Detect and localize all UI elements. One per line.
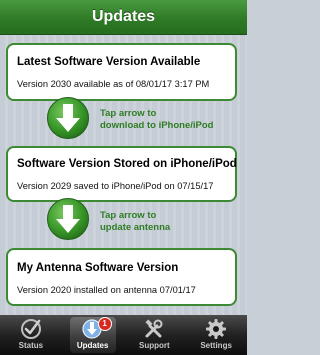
antenna-version-card: My Antenna Software Version Version 2020… bbox=[6, 248, 237, 306]
updates-content: Latest Software Version Available Versio… bbox=[0, 35, 247, 315]
tab-status-label: Status bbox=[18, 341, 44, 350]
antenna-version-heading: My Antenna Software Version bbox=[17, 262, 179, 274]
gear-icon bbox=[206, 319, 227, 339]
tab-updates-label: Updates bbox=[76, 341, 109, 350]
download-arrow-icon[interactable] bbox=[46, 96, 90, 140]
tab-settings-label: Settings bbox=[200, 341, 232, 350]
checkmark-icon bbox=[20, 319, 41, 339]
tab-status[interactable]: Status bbox=[8, 315, 54, 355]
download-instruction-line1: Tap arrow to bbox=[100, 108, 157, 119]
stored-version-detail: Version 2029 saved to iPhone/iPod on 07/… bbox=[17, 181, 214, 191]
download-instruction: Tap arrow to download to iPhone/iPod bbox=[100, 108, 213, 132]
update-instruction-line1: Tap arrow to bbox=[100, 210, 157, 221]
update-instruction-line2: update antenna bbox=[100, 222, 171, 233]
title-bar: Updates bbox=[0, 0, 247, 35]
antenna-version-detail: Version 2020 installed on antenna 07/01/… bbox=[17, 285, 196, 295]
update-instruction: Tap arrow to update antenna bbox=[100, 210, 170, 234]
tab-updates[interactable]: 1 Updates bbox=[69, 317, 116, 353]
latest-version-card: Latest Software Version Available Versio… bbox=[6, 43, 237, 101]
update-antenna-arrow-icon[interactable] bbox=[46, 197, 90, 241]
page-title: Updates bbox=[91, 8, 156, 25]
tools-icon bbox=[145, 319, 163, 338]
stored-version-heading: Software Version Stored on iPhone/iPod bbox=[17, 158, 237, 170]
latest-version-heading: Latest Software Version Available bbox=[17, 56, 201, 68]
tab-bar: Status 1 Updates Support Settings bbox=[0, 315, 247, 355]
stored-version-card: Software Version Stored on iPhone/iPod V… bbox=[6, 146, 237, 202]
tab-settings[interactable]: Settings bbox=[193, 315, 239, 355]
tab-support[interactable]: Support bbox=[131, 315, 177, 355]
tab-support-label: Support bbox=[139, 341, 170, 350]
latest-version-detail: Version 2030 available as of 08/01/17 3:… bbox=[17, 79, 210, 89]
download-instruction-line2: download to iPhone/iPod bbox=[100, 120, 214, 131]
updates-badge: 1 bbox=[97, 317, 112, 331]
